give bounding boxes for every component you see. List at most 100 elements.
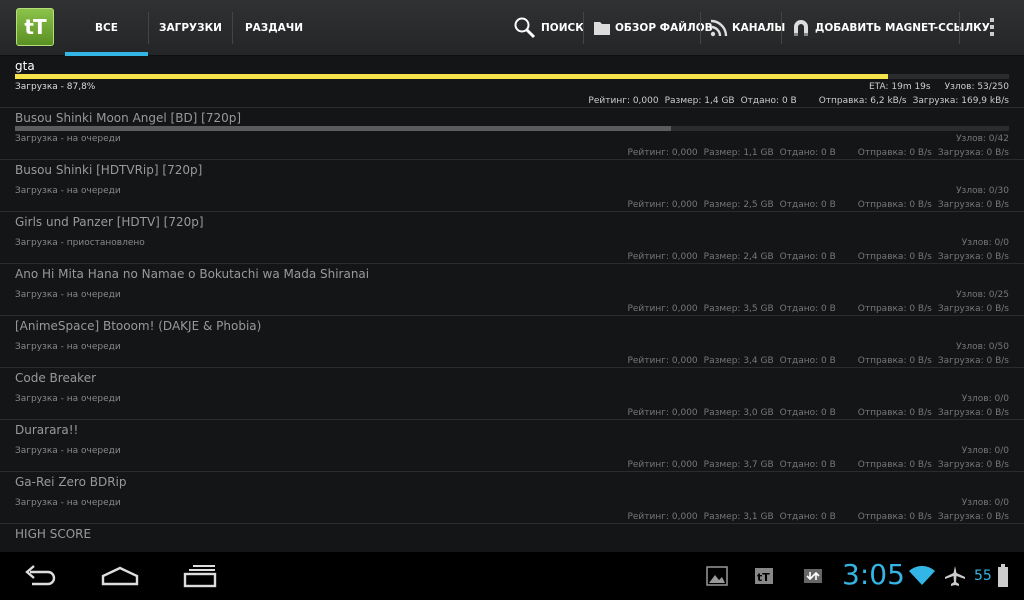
torrent-row[interactable]: Ano Hi Mita Hana no Namae o Bokutachi wa… <box>0 264 1024 316</box>
battery-icon <box>998 564 1008 587</box>
torrent-peers-line: Узлов: 0/25 <box>956 290 1009 300</box>
tab-seeding[interactable]: РАЗДАЧИ <box>233 0 315 56</box>
torrent-peers-line: Узлов: 0/50 <box>956 342 1009 352</box>
torrent-stats-line: Рейтинг: 0,000 Размер: 3,7 GB Отдано: 0 B О… <box>627 460 1009 470</box>
overflow-menu-icon[interactable] <box>984 16 1000 40</box>
app-logo[interactable]: tT <box>16 8 54 46</box>
feeds-button[interactable]: КАНАЛЫ <box>710 0 785 56</box>
progress-bar <box>15 74 888 79</box>
browse-files-button[interactable]: ОБЗОР ФАЙЛОВ <box>593 0 713 56</box>
torrent-peers-line: ETA: 19m 19s Узлов: 53/250 <box>869 82 1009 92</box>
torrent-rating: Рейтинг: 0,000 <box>627 148 698 158</box>
torrent-name: Durarara!! <box>15 423 79 437</box>
tab-downloads[interactable]: ЗАГРУЗКИ <box>149 0 232 56</box>
search-icon <box>514 17 536 39</box>
gallery-notification-icon[interactable] <box>706 566 728 586</box>
torrent-peers: Узлов: 0/0 <box>961 446 1009 456</box>
progress-track <box>15 126 1009 131</box>
torrent-download-speed: Загрузка: 0 B/s <box>937 512 1009 522</box>
magnet-icon <box>794 20 808 36</box>
torrent-upload-speed: Отправка: 0 B/s <box>857 408 932 418</box>
torrent-name: Busou Shinki [HDTVRip] [720p] <box>15 163 203 177</box>
torrent-status: Загрузка - на очереди <box>15 394 121 404</box>
torrent-download-speed: Загрузка: 0 B/s <box>937 148 1009 158</box>
torrent-row[interactable]: gta Загрузка - 87,8% ETA: 19m 19s Узлов: 53… <box>0 56 1024 108</box>
torrent-status: Загрузка - 87,8% <box>15 82 96 92</box>
torrent-name: Ano Hi Mita Hana no Namae o Bokutachi wa… <box>15 267 370 281</box>
torrent-size: Размер: 3,4 GB <box>703 356 774 366</box>
torrent-download-speed: Загрузка: 0 B/s <box>937 460 1009 470</box>
torrent-size: Размер: 3,0 GB <box>703 408 774 418</box>
torrent-rating: Рейтинг: 0,000 <box>627 460 698 470</box>
torrent-row[interactable]: Girls und Panzer [HDTV] [720p] Загрузка -… <box>0 212 1024 264</box>
torrent-status: Загрузка - на очереди <box>15 498 121 508</box>
recent-apps-icon[interactable] <box>180 560 220 592</box>
search-button[interactable]: ПОИСК <box>513 0 584 56</box>
torrent-download-speed: Загрузка: 169,9 kB/s <box>912 96 1009 106</box>
torrent-size: Размер: 3,1 GB <box>703 512 774 522</box>
torrent-download-speed: Загрузка: 0 B/s <box>937 356 1009 366</box>
back-icon[interactable] <box>20 560 60 592</box>
torrent-download-speed: Загрузка: 0 B/s <box>937 304 1009 314</box>
torrent-rating: Рейтинг: 0,000 <box>627 252 698 262</box>
torrent-row[interactable]: Code Breaker Загрузка - на очереди Узлов: … <box>0 368 1024 420</box>
torrent-download-speed: Загрузка: 0 B/s <box>937 408 1009 418</box>
torrent-size: Размер: 3,5 GB <box>703 304 774 314</box>
torrent-uploaded: Отдано: 0 B <box>779 148 836 158</box>
tab-all[interactable]: ВСЕ <box>65 0 148 56</box>
torrent-name: Code Breaker <box>15 371 97 385</box>
torrent-uploaded: Отдано: 0 B <box>740 96 797 106</box>
app-notification-icon[interactable]: tT <box>753 566 775 586</box>
torrent-peers-line: Узлов: 0/0 <box>962 394 1009 404</box>
torrent-peers-line: Узлов: 0/0 <box>962 446 1009 456</box>
torrent-rating: Рейтинг: 0,000 <box>627 356 698 366</box>
torrent-upload-speed: Отправка: 0 B/s <box>857 148 932 158</box>
add-magnet-button[interactable]: ДОБАВИТЬ MAGNET-ССЫЛКУ <box>791 0 990 56</box>
browse-files-label: ОБЗОР ФАЙЛОВ <box>615 22 713 34</box>
torrent-row[interactable]: HIGH SCORE <box>0 524 1024 552</box>
torrent-peers-line: Узлов: 0/30 <box>956 186 1009 196</box>
feeds-label: КАНАЛЫ <box>732 22 786 34</box>
torrent-upload-speed: Отправка: 0 B/s <box>857 356 932 366</box>
progress-track <box>15 74 1009 79</box>
torrent-stats-line: Рейтинг: 0,000 Размер: 2,5 GB Отдано: 0 B О… <box>627 200 1009 210</box>
torrent-row[interactable]: [AnimeSpace] Btooom! (DAKJE & Phobia) Заг… <box>0 316 1024 368</box>
torrent-name: [AnimeSpace] Btooom! (DAKJE & Phobia) <box>15 319 262 333</box>
torrent-upload-speed: Отправка: 6,2 kB/s <box>818 96 907 106</box>
torrent-peers-line: Узлов: 0/0 <box>962 238 1009 248</box>
torrent-peers: Узлов: 0/0 <box>961 394 1009 404</box>
torrent-stats-line: Рейтинг: 0,000 Размер: 3,4 GB Отдано: 0 B О… <box>627 356 1009 366</box>
torrent-uploaded: Отдано: 0 B <box>779 356 836 366</box>
torrent-upload-speed: Отправка: 0 B/s <box>857 460 932 470</box>
home-icon[interactable] <box>100 560 140 592</box>
torrent-row[interactable]: Ga-Rei Zero BDRip Загрузка - на очереди Уз… <box>0 472 1024 524</box>
torrent-rating: Рейтинг: 0,000 <box>627 304 698 314</box>
torrent-row[interactable]: Busou Shinki [HDTVRip] [720p] Загрузка - … <box>0 160 1024 212</box>
progress-bar <box>15 126 672 131</box>
torrent-status: Загрузка - приостановлено <box>15 238 145 248</box>
torrent-peers: Узлов: 0/0 <box>961 498 1009 508</box>
torrent-rating: Рейтинг: 0,000 <box>627 408 698 418</box>
clock[interactable]: 3:05 <box>842 558 905 591</box>
torrent-upload-speed: Отправка: 0 B/s <box>857 200 932 210</box>
airplane-mode-icon <box>945 566 965 586</box>
torrent-row[interactable]: Durarara!! Загрузка - на очереди Узлов: 0/… <box>0 420 1024 472</box>
action-divider <box>781 12 782 44</box>
torrent-name: HIGH SCORE <box>15 527 92 541</box>
system-bar: tT 3:05 55 <box>0 552 1024 600</box>
torrent-download-speed: Загрузка: 0 B/s <box>937 200 1009 210</box>
torrent-peers: Узлов: 0/0 <box>961 238 1009 248</box>
battery-level: 55 <box>974 568 992 584</box>
torrent-upload-speed: Отправка: 0 B/s <box>857 304 932 314</box>
torrent-row[interactable]: Busou Shinki Moon Angel [BD] [720p] Загру… <box>0 108 1024 160</box>
torrent-stats-line: Рейтинг: 0,000 Размер: 3,5 GB Отдано: 0 B О… <box>627 304 1009 314</box>
torrent-status: Загрузка - на очереди <box>15 186 121 196</box>
torrent-upload-speed: Отправка: 0 B/s <box>857 512 932 522</box>
folder-icon <box>594 22 610 35</box>
torrent-size: Размер: 1,1 GB <box>703 148 774 158</box>
download-notification-icon[interactable] <box>802 566 824 586</box>
torrent-peers: Узлов: 0/25 <box>956 290 1009 300</box>
torrent-peers: Узлов: 53/250 <box>944 82 1009 92</box>
torrent-size: Размер: 2,5 GB <box>703 200 774 210</box>
torrent-name: Busou Shinki Moon Angel [BD] [720p] <box>15 111 242 125</box>
